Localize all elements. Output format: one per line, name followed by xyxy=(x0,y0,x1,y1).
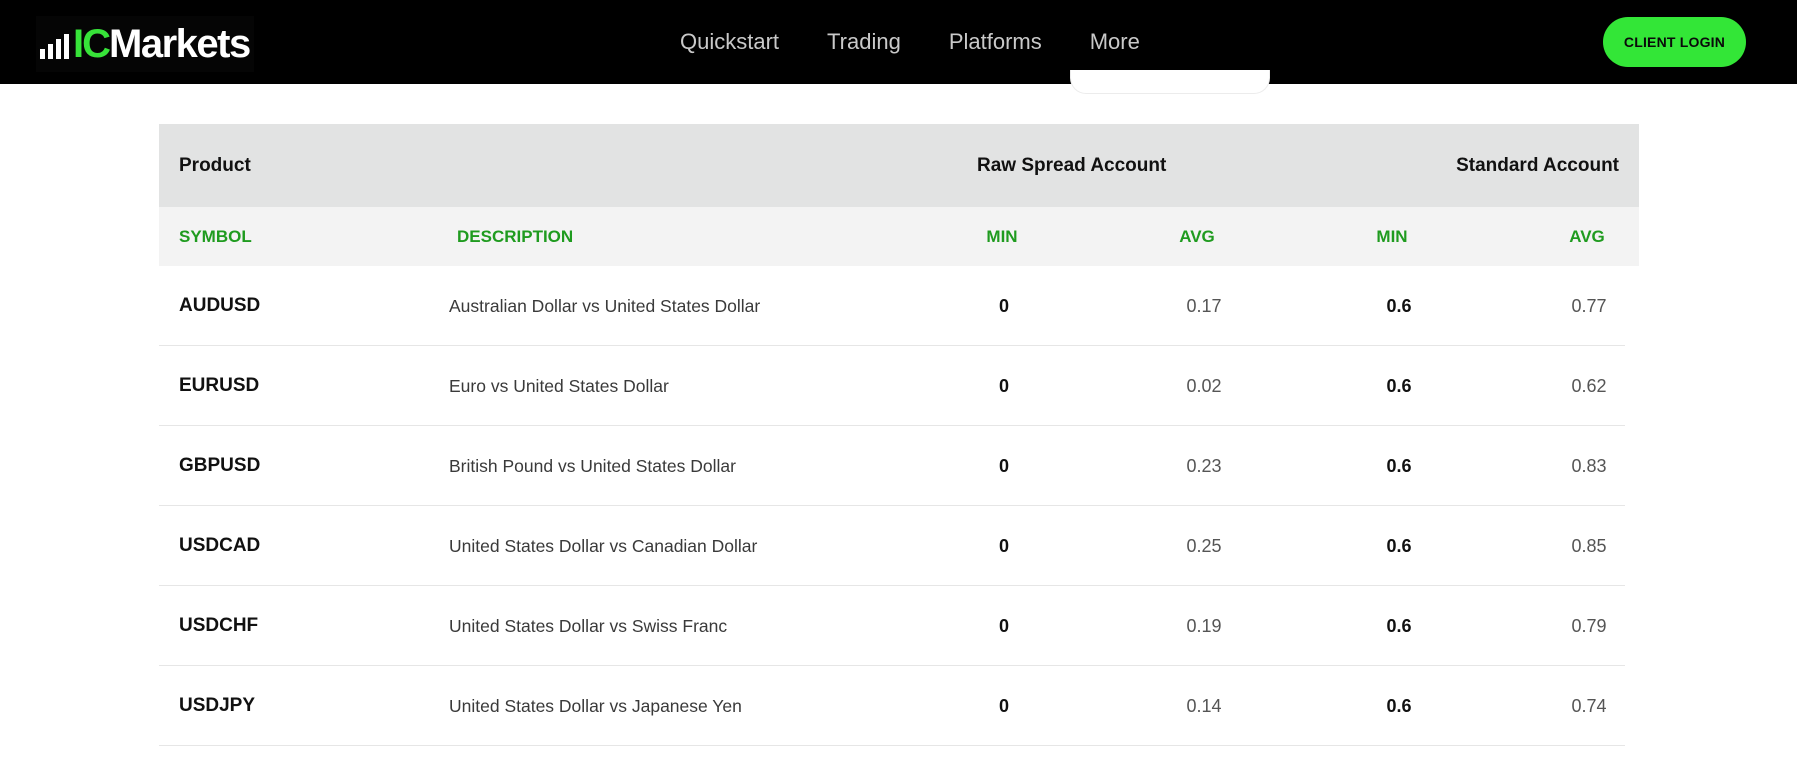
row-standard-min: 0.6 xyxy=(1386,615,1412,636)
row-symbol: USDCAD xyxy=(179,535,261,556)
row-standard-min: 0.6 xyxy=(1386,695,1412,716)
row-raw-avg: 0.14 xyxy=(1186,695,1222,716)
bar-chart-icon xyxy=(40,29,69,59)
column-raw-min: MIN xyxy=(986,226,1018,246)
nav-quickstart[interactable]: Quickstart xyxy=(680,29,779,55)
row-raw-avg: 0.25 xyxy=(1186,535,1222,556)
header-product: Product xyxy=(179,154,251,176)
row-description: United States Dollar vs Japanese Yen xyxy=(449,695,742,716)
row-raw-avg: 0.19 xyxy=(1186,615,1222,636)
row-symbol: USDCHF xyxy=(179,615,259,636)
row-standard-avg: 0.77 xyxy=(1571,295,1607,316)
table-column-header: SYMBOL DESCRIPTION MIN AVG MIN AVG xyxy=(159,207,1639,266)
row-standard-avg: 0.62 xyxy=(1571,375,1607,396)
column-description: DESCRIPTION xyxy=(457,226,574,246)
row-raw-avg: 0.02 xyxy=(1186,375,1222,396)
row-raw-min: 0 xyxy=(998,375,1009,396)
partially-hidden-tab xyxy=(1070,70,1270,94)
top-navigation-bar: IC Markets Quickstart Trading Platforms … xyxy=(0,0,1797,84)
row-standard-min: 0.6 xyxy=(1386,455,1412,476)
row-standard-min: 0.6 xyxy=(1386,535,1412,556)
spreads-table: Product Raw Spread Account Standard Acco… xyxy=(159,124,1639,746)
ic-markets-logo[interactable]: IC Markets xyxy=(36,16,254,72)
row-standard-avg: 0.79 xyxy=(1571,615,1607,636)
nav-trading[interactable]: Trading xyxy=(827,29,901,55)
nav-platforms[interactable]: Platforms xyxy=(949,29,1042,55)
row-raw-avg: 0.17 xyxy=(1186,295,1222,316)
column-standard-avg: AVG xyxy=(1569,226,1605,246)
row-raw-min: 0 xyxy=(998,455,1009,476)
row-standard-avg: 0.83 xyxy=(1571,455,1607,476)
header-raw-spread-account: Raw Spread Account xyxy=(977,154,1167,176)
column-symbol: SYMBOL xyxy=(179,226,252,246)
nav-more[interactable]: More xyxy=(1090,29,1140,55)
table-row: USDCAD United States Dollar vs Canadian … xyxy=(159,506,1625,586)
row-standard-min: 0.6 xyxy=(1386,295,1412,316)
column-raw-avg: AVG xyxy=(1179,226,1215,246)
table-row: GBPUSD British Pound vs United States Do… xyxy=(159,426,1625,506)
header-standard-account: Standard Account xyxy=(1456,154,1619,176)
logo-suffix: Markets xyxy=(109,22,251,66)
row-description: British Pound vs United States Dollar xyxy=(449,455,736,476)
row-raw-min: 0 xyxy=(998,535,1009,556)
table-group-header: Product Raw Spread Account Standard Acco… xyxy=(159,124,1639,207)
table-row: USDJPY United States Dollar vs Japanese … xyxy=(159,666,1625,746)
logo-prefix: IC xyxy=(73,22,111,66)
row-raw-min: 0 xyxy=(998,295,1009,316)
row-symbol: USDJPY xyxy=(179,695,256,716)
row-raw-avg: 0.23 xyxy=(1186,455,1222,476)
row-description: Australian Dollar vs United States Dolla… xyxy=(449,295,761,316)
client-login-button[interactable]: CLIENT LOGIN xyxy=(1603,17,1746,67)
row-symbol: AUDUSD xyxy=(179,295,261,316)
row-standard-avg: 0.74 xyxy=(1571,695,1607,716)
table-row: AUDUSD Australian Dollar vs United State… xyxy=(159,266,1625,346)
row-raw-min: 0 xyxy=(998,615,1009,636)
row-description: Euro vs United States Dollar xyxy=(449,375,669,396)
row-symbol: EURUSD xyxy=(179,375,260,396)
row-description: United States Dollar vs Swiss Franc xyxy=(449,615,728,636)
column-standard-min: MIN xyxy=(1376,226,1408,246)
row-standard-avg: 0.85 xyxy=(1571,535,1607,556)
row-description: United States Dollar vs Canadian Dollar xyxy=(449,535,758,556)
row-raw-min: 0 xyxy=(998,695,1009,716)
row-standard-min: 0.6 xyxy=(1386,375,1412,396)
table-row: EURUSD Euro vs United States Dollar 0 0.… xyxy=(159,346,1625,426)
row-symbol: GBPUSD xyxy=(179,455,261,476)
table-row: USDCHF United States Dollar vs Swiss Fra… xyxy=(159,586,1625,666)
